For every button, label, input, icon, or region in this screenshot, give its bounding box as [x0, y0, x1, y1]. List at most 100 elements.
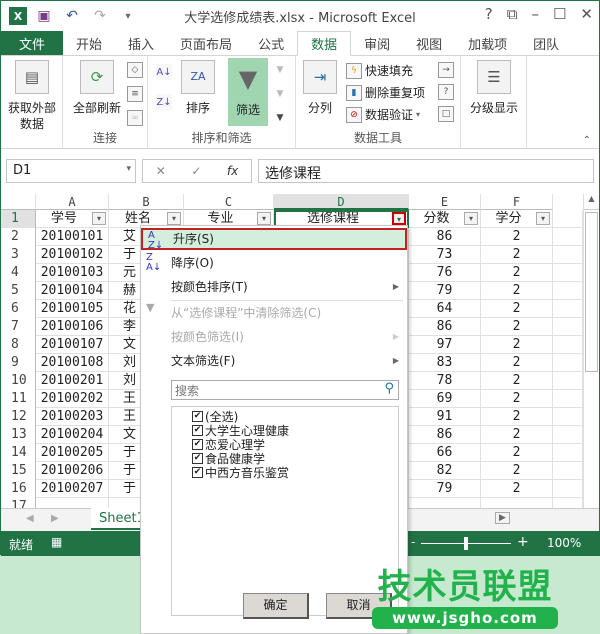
- cell[interactable]: 20100108: [36, 354, 109, 372]
- cell[interactable]: 20100104: [36, 282, 109, 300]
- cell[interactable]: 20100102: [36, 246, 109, 264]
- cell[interactable]: [553, 426, 583, 444]
- cell[interactable]: 20100106: [36, 318, 109, 336]
- cell[interactable]: 2: [481, 408, 553, 426]
- cancel-icon[interactable]: ✕: [156, 164, 166, 178]
- cell[interactable]: [553, 264, 583, 282]
- tab-page-layout[interactable]: 页面布局: [167, 31, 245, 55]
- header-cell[interactable]: 分数 ▾: [409, 210, 481, 228]
- column-header-E[interactable]: E: [409, 194, 481, 210]
- header-cell[interactable]: [553, 210, 583, 228]
- cell[interactable]: [553, 390, 583, 408]
- cell[interactable]: 20100204: [36, 426, 109, 444]
- cell[interactable]: [553, 336, 583, 354]
- prev-sheet-icon[interactable]: ◀: [26, 513, 34, 524]
- maximize-button[interactable]: ☐: [553, 5, 566, 23]
- row-header[interactable]: 2: [1, 228, 36, 246]
- cell[interactable]: 2: [481, 318, 553, 336]
- tab-home[interactable]: 开始: [63, 31, 115, 55]
- cell[interactable]: 2: [481, 246, 553, 264]
- cell[interactable]: 20100103: [36, 264, 109, 282]
- menu-sort-descending[interactable]: Z A↓ 降序(O): [141, 252, 407, 274]
- consolidate-icon[interactable]: →: [438, 62, 454, 78]
- macro-record-icon[interactable]: ▦: [51, 535, 62, 549]
- cell[interactable]: 2: [481, 462, 553, 480]
- cell[interactable]: [553, 480, 583, 498]
- filter-list-item[interactable]: ✔ 中西方音乐鉴赏: [192, 465, 398, 480]
- tab-data[interactable]: 数据: [297, 31, 352, 56]
- enter-icon[interactable]: ✓: [191, 164, 201, 178]
- zoom-slider-thumb[interactable]: [464, 537, 468, 550]
- cell[interactable]: [553, 282, 583, 300]
- row-header[interactable]: 15: [1, 462, 36, 480]
- column-header-A[interactable]: A: [36, 194, 109, 210]
- tab-formulas[interactable]: 公式: [245, 31, 297, 55]
- cell[interactable]: [553, 354, 583, 372]
- column-header-D[interactable]: D: [274, 194, 409, 210]
- row-header[interactable]: 16: [1, 480, 36, 498]
- sort-button[interactable]: ZA 排序: [178, 56, 218, 116]
- row-header[interactable]: 13: [1, 426, 36, 444]
- advanced-filter-icon[interactable]: ▼: [272, 110, 288, 126]
- cell[interactable]: 66: [409, 444, 481, 462]
- cell[interactable]: 76: [409, 264, 481, 282]
- collapse-ribbon-icon[interactable]: ⌃: [583, 135, 591, 146]
- cell[interactable]: 86: [409, 228, 481, 246]
- clear-filter-icon[interactable]: ▼: [272, 62, 288, 78]
- cell[interactable]: 20100105: [36, 300, 109, 318]
- cell[interactable]: 97: [409, 336, 481, 354]
- outline-button[interactable]: ☰ 分级显示: [465, 56, 523, 116]
- menu-text-filters[interactable]: 文本筛选(F) ▶: [141, 350, 407, 372]
- row-header[interactable]: 10: [1, 372, 36, 390]
- cell[interactable]: 20100107: [36, 336, 109, 354]
- vertical-scrollbar[interactable]: ▲: [583, 194, 599, 508]
- properties-icon[interactable]: ≡: [127, 86, 143, 102]
- tab-team[interactable]: 团队: [520, 31, 572, 55]
- tab-file[interactable]: 文件: [1, 31, 64, 55]
- undo-icon[interactable]: ↶: [61, 5, 83, 27]
- checkbox[interactable]: ✔: [192, 438, 203, 450]
- cell[interactable]: [553, 444, 583, 462]
- cell[interactable]: 2: [481, 282, 553, 300]
- cell[interactable]: 2: [481, 390, 553, 408]
- ok-button[interactable]: 确定: [243, 593, 309, 619]
- menu-sort-ascending[interactable]: A Z↓ 升序(S): [141, 228, 407, 251]
- cell[interactable]: 82: [409, 462, 481, 480]
- cell[interactable]: [553, 408, 583, 426]
- cell[interactable]: 73: [409, 246, 481, 264]
- cell[interactable]: 79: [409, 282, 481, 300]
- refresh-all-button[interactable]: ⟳ 全部刷新: [67, 56, 127, 116]
- column-header-C[interactable]: C: [184, 194, 274, 210]
- checkbox[interactable]: ✔: [192, 424, 203, 436]
- tab-view[interactable]: 视图: [403, 31, 455, 55]
- get-external-data-button[interactable]: ▤ 获取外部数据: [3, 56, 61, 132]
- row-header[interactable]: 1: [1, 210, 36, 228]
- text-to-columns-button[interactable]: ⇥ 分列: [300, 56, 340, 116]
- formula-input[interactable]: 选修课程: [258, 159, 594, 183]
- next-sheet-icon[interactable]: ▶: [51, 513, 59, 524]
- cell[interactable]: 78: [409, 372, 481, 390]
- cell[interactable]: [553, 228, 583, 246]
- cell[interactable]: 86: [409, 318, 481, 336]
- tab-addins[interactable]: 加载项: [455, 31, 520, 55]
- zoom-level[interactable]: 100%: [547, 536, 581, 550]
- menu-filter-by-color[interactable]: 按颜色筛选(I) ▶: [141, 326, 407, 348]
- row-header[interactable]: 9: [1, 354, 36, 372]
- remove-duplicates-button[interactable]: ▮ 删除重复项: [346, 84, 425, 101]
- checkbox[interactable]: ✔: [192, 466, 203, 478]
- cell[interactable]: 2: [481, 228, 553, 246]
- customize-toolbar-icon[interactable]: ▾: [117, 5, 139, 27]
- scroll-right-icon[interactable]: ▶: [495, 512, 510, 524]
- cell[interactable]: [553, 300, 583, 318]
- filter-button[interactable]: ▼ 筛选: [228, 58, 268, 126]
- select-all-corner[interactable]: [1, 194, 36, 210]
- sort-descending-icon[interactable]: Z↓: [156, 94, 172, 110]
- cell[interactable]: 20100101: [36, 228, 109, 246]
- cell[interactable]: [553, 498, 583, 508]
- connections-icon[interactable]: ◇: [127, 62, 143, 78]
- cell[interactable]: 20100202: [36, 390, 109, 408]
- scroll-thumb[interactable]: [585, 212, 598, 372]
- cell[interactable]: 2: [481, 336, 553, 354]
- cell[interactable]: [553, 462, 583, 480]
- header-cell[interactable]: 学号 ▾: [36, 210, 109, 228]
